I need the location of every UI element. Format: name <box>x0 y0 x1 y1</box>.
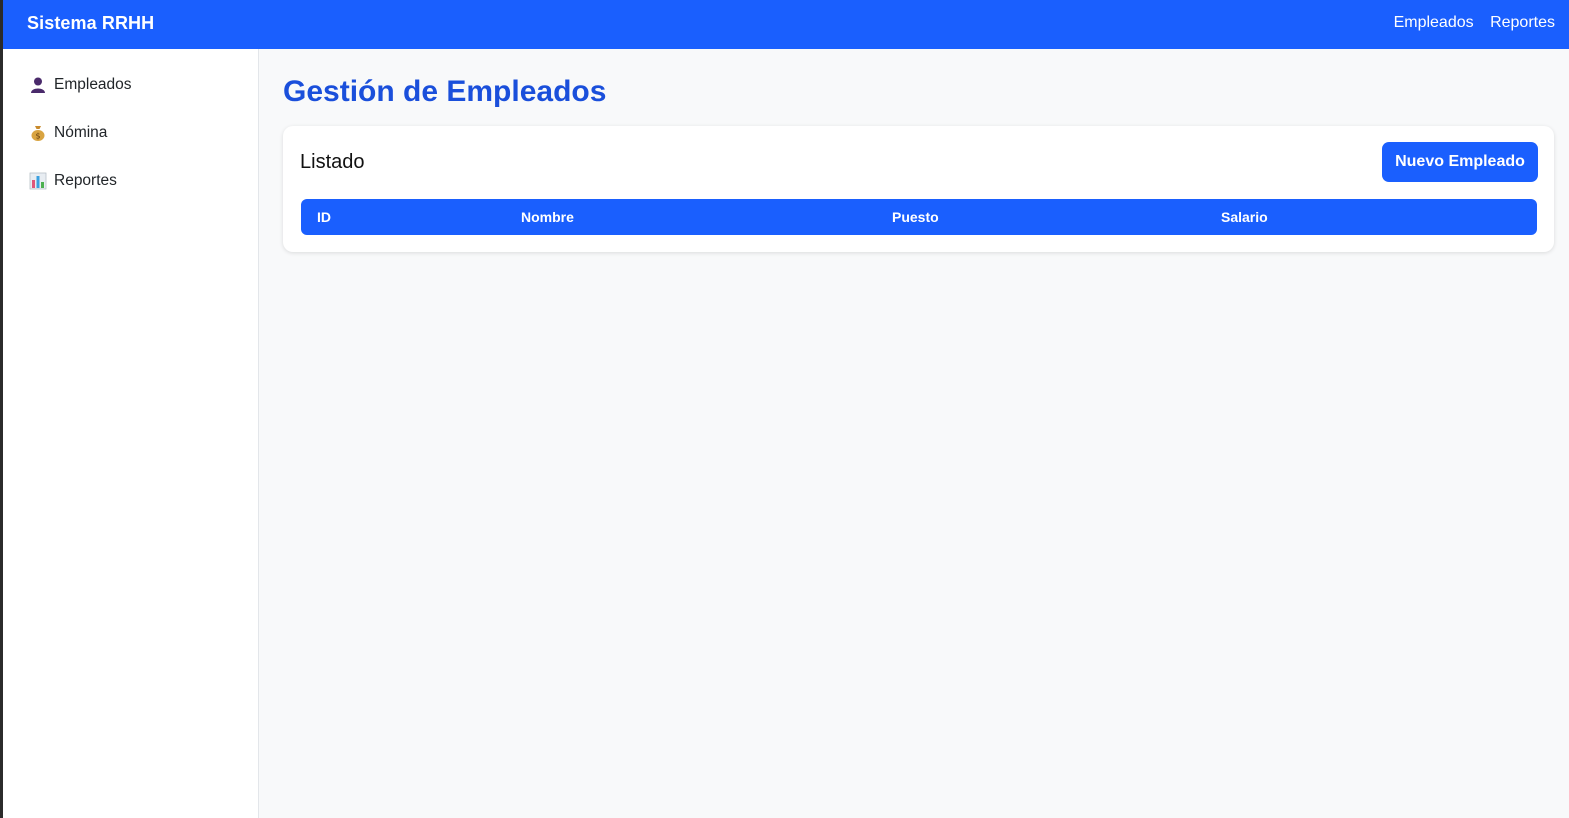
nav-links: Empleados Reportes <box>1382 14 1555 32</box>
column-header-salario[interactable]: Salario <box>1221 209 1268 225</box>
nav-link-empleados[interactable]: Empleados <box>1394 14 1474 31</box>
person-icon <box>29 76 47 94</box>
table-header: ID Nombre Puesto Salario <box>301 199 1537 235</box>
money-bag-icon: $ <box>29 124 47 142</box>
sidebar: Empleados $ Nómina Reportes <box>3 49 259 818</box>
app-window: Sistema RRHH Empleados Reportes Empleado… <box>3 0 1569 818</box>
column-header-id[interactable]: ID <box>317 209 331 225</box>
brand-title[interactable]: Sistema RRHH <box>27 13 154 34</box>
top-navbar: Sistema RRHH Empleados Reportes <box>3 0 1569 49</box>
column-header-nombre[interactable]: Nombre <box>521 209 574 225</box>
sidebar-item-reportes[interactable]: Reportes <box>29 169 117 193</box>
bar-chart-icon <box>29 172 47 190</box>
sidebar-item-nomina[interactable]: $ Nómina <box>29 121 107 145</box>
sidebar-item-empleados[interactable]: Empleados <box>29 73 132 97</box>
main-content: Gestión de Empleados Listado Nuevo Emple… <box>259 49 1569 818</box>
employees-card: Listado Nuevo Empleado ID Nombre Puesto … <box>283 126 1554 252</box>
sidebar-item-label: Empleados <box>54 76 132 93</box>
column-header-puesto[interactable]: Puesto <box>892 209 939 225</box>
new-employee-button[interactable]: Nuevo Empleado <box>1382 142 1538 182</box>
nav-link-reportes[interactable]: Reportes <box>1490 14 1555 31</box>
page-title: Gestión de Empleados <box>283 75 607 108</box>
sidebar-item-label: Reportes <box>54 172 117 189</box>
sidebar-item-label: Nómina <box>54 124 108 141</box>
svg-text:$: $ <box>35 132 40 141</box>
card-title: Listado <box>300 151 365 173</box>
